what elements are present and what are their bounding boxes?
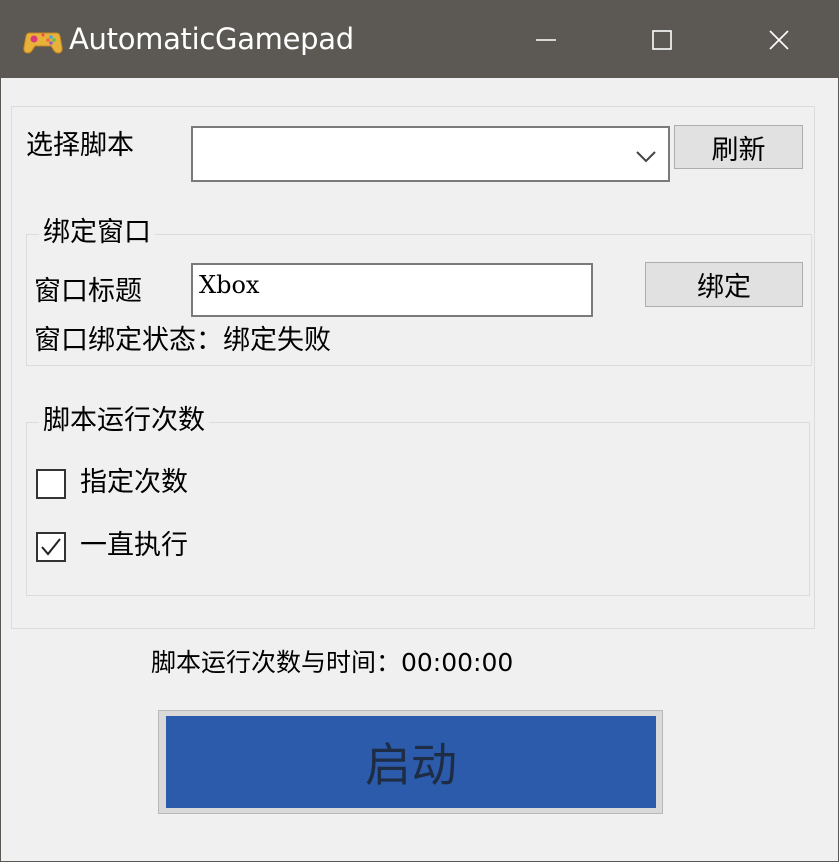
bind-status-text: 窗口绑定状态：绑定失败	[34, 325, 331, 356]
script-select-dropdown[interactable]	[191, 126, 670, 182]
title-bar[interactable]: AutomaticGamepad	[1, 1, 838, 78]
bind-window-group-title: 绑定窗口	[39, 216, 155, 250]
always-run-label[interactable]: 一直执行	[80, 529, 188, 563]
maximize-button[interactable]	[604, 1, 720, 78]
specified-count-label[interactable]: 指定次数	[80, 466, 188, 500]
window-title: AutomaticGamepad	[69, 22, 354, 56]
close-button[interactable]	[721, 1, 837, 78]
refresh-button[interactable]: 刷新	[674, 125, 803, 169]
gamepad-icon	[23, 32, 63, 54]
start-button[interactable]: 启动	[166, 716, 656, 808]
close-icon	[769, 29, 789, 50]
window-title-label: 窗口标题	[34, 276, 142, 307]
checkmark-icon	[41, 538, 61, 556]
chevron-down-icon	[636, 151, 656, 163]
run-count-time-text: 脚本运行次数与时间：00:00:00	[151, 648, 514, 677]
specified-count-checkbox[interactable]	[36, 469, 66, 499]
window-title-input[interactable]: Xbox	[191, 263, 593, 317]
app-window: AutomaticGamepad 选择脚本 刷新 绑定窗口 窗口标题 Xbox …	[0, 0, 839, 862]
always-run-checkbox[interactable]	[36, 532, 66, 562]
maximize-icon	[652, 29, 672, 50]
minimize-icon	[536, 38, 556, 41]
run-count-group-title: 脚本运行次数	[39, 404, 209, 438]
run-count-group	[26, 422, 810, 596]
minimize-button[interactable]	[488, 1, 604, 78]
bind-button[interactable]: 绑定	[645, 262, 803, 307]
script-select-label: 选择脚本	[26, 130, 134, 161]
